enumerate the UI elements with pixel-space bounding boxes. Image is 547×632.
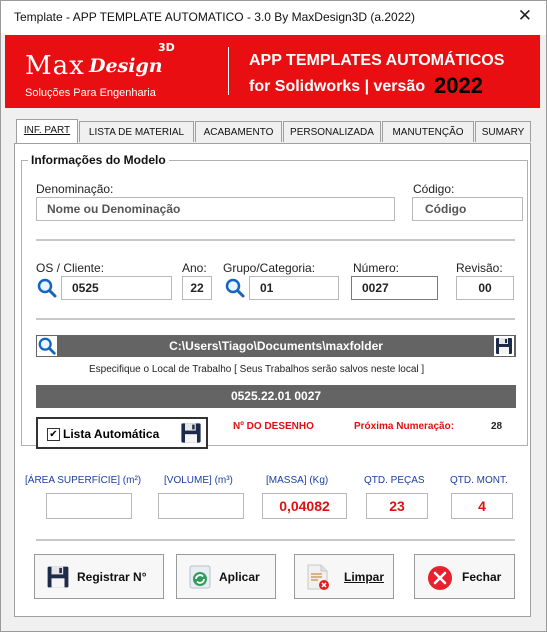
massa-field[interactable]: 0,04082 — [262, 493, 347, 519]
tab-acabamento[interactable]: ACABAMENTO — [195, 121, 282, 142]
logo-subtitle: Soluções Para Engenharia — [25, 87, 156, 99]
window-title: Template - APP TEMPLATE AUTOMATICO - 3.0… — [14, 10, 416, 24]
volume-field[interactable] — [158, 493, 244, 519]
grupo-search-icon[interactable] — [224, 277, 246, 299]
folder-search-icon[interactable] — [37, 336, 57, 356]
os-cliente-label: OS / Cliente: — [36, 261, 105, 275]
title-bar: Template - APP TEMPLATE AUTOMATICO - 3.0… — [1, 1, 546, 35]
clear-icon — [305, 563, 331, 591]
tab-lista-material[interactable]: LISTA DE MATERIAL — [79, 121, 194, 142]
limpar-label: Limpar — [344, 570, 385, 584]
ano-label: Ano: — [182, 261, 207, 275]
qtd-pecas-field[interactable]: 23 — [366, 493, 428, 519]
fechar-label: Fechar — [462, 570, 502, 584]
group-title: Informações do Modelo — [28, 153, 169, 167]
close-window-button[interactable]: ✕ — [518, 6, 532, 26]
area-label: [ÁREA SUPERFÍCIE] (m²) — [25, 475, 142, 486]
tab-sumary[interactable]: SUMARY — [475, 121, 531, 142]
tab-inf-part-label: INF. PART — [23, 125, 71, 136]
drawing-number: 0525.22.01 0027 — [230, 389, 322, 403]
registrar-button[interactable]: Registrar N° — [34, 554, 164, 599]
close-icon — [427, 565, 453, 593]
qtd-mont-field[interactable]: 4 — [451, 493, 513, 519]
tab-personalizada[interactable]: PERSONALIZADA — [283, 121, 381, 142]
banner-title: APP TEMPLATES AUTOMÁTICOS — [249, 52, 505, 69]
banner-year: 2022 — [434, 73, 483, 98]
codigo-label: Código: — [413, 182, 455, 196]
folder-path: C:\Users\Tiago\Documents\maxfolder — [169, 339, 383, 353]
codigo-input[interactable]: Código — [412, 197, 523, 221]
os-cliente-input[interactable]: 0525 — [61, 276, 172, 300]
proxima-numeracao-value: 28 — [491, 421, 503, 432]
banner-divider — [228, 47, 229, 95]
limpar-button[interactable]: Limpar — [294, 554, 394, 599]
aplicar-button[interactable]: Aplicar — [176, 554, 276, 599]
save-icon[interactable] — [179, 421, 203, 445]
area-field[interactable] — [46, 493, 132, 519]
grupo-categoria-label: Grupo/Categoria: — [223, 261, 316, 275]
logo-max: Max — [25, 51, 85, 81]
qtd-mont-label: QTD. MONT. — [450, 475, 508, 486]
aplicar-label: Aplicar — [219, 570, 260, 584]
fechar-button[interactable]: Fechar — [414, 554, 515, 599]
divider — [36, 239, 515, 242]
volume-label: [VOLUME] (m³) — [164, 475, 233, 486]
folder-path-bar: C:\Users\Tiago\Documents\maxfolder — [36, 335, 516, 357]
ano-input[interactable]: 22 — [182, 276, 212, 300]
header-banner: Max Design 3D Soluções Para Engenharia A… — [5, 35, 540, 108]
apply-icon — [189, 565, 215, 593]
save-icon — [45, 563, 71, 591]
massa-label: [MASSA] (Kg) — [266, 475, 329, 486]
denominacao-input[interactable]: Nome ou Denominação — [36, 197, 395, 221]
save-folder-icon[interactable] — [494, 336, 514, 356]
logo-3d: 3D — [158, 41, 175, 54]
revisao-input[interactable]: 00 — [456, 276, 514, 300]
logo-design: Design — [89, 55, 163, 77]
nr-desenho-label: Nº DO DESENHO — [233, 421, 314, 432]
numero-input[interactable]: 0027 — [351, 276, 438, 300]
lista-automatica-checkbox[interactable]: ✔ — [47, 428, 60, 441]
app-window: Template - APP TEMPLATE AUTOMATICO - 3.0… — [0, 0, 547, 632]
lista-automatica-label: Lista Automática — [63, 427, 160, 441]
grupo-categoria-input[interactable]: 01 — [249, 276, 339, 300]
numero-label: Número: — [353, 261, 400, 275]
folder-hint: Especifique o Local de Trabalho [ Seus T… — [89, 364, 425, 375]
divider — [36, 318, 515, 321]
os-search-icon[interactable] — [36, 277, 58, 299]
registrar-label: Registrar N° — [77, 570, 147, 584]
denominacao-label: Denominação: — [36, 182, 114, 196]
proxima-numeracao-label: Próxima Numeração: — [354, 421, 455, 432]
revisao-label: Revisão: — [456, 261, 503, 275]
qtd-pecas-label: QTD. PEÇAS — [364, 475, 425, 486]
tab-manutencao[interactable]: MANUTENÇÃO — [382, 121, 474, 142]
lista-automatica-box: ✔ Lista Automática — [36, 417, 208, 449]
banner-subtitle: for Solidworks | versão — [249, 78, 426, 95]
tab-inf-part[interactable]: INF. PART — [16, 119, 78, 143]
divider — [36, 539, 515, 542]
drawing-number-bar: 0525.22.01 0027 — [36, 385, 516, 408]
